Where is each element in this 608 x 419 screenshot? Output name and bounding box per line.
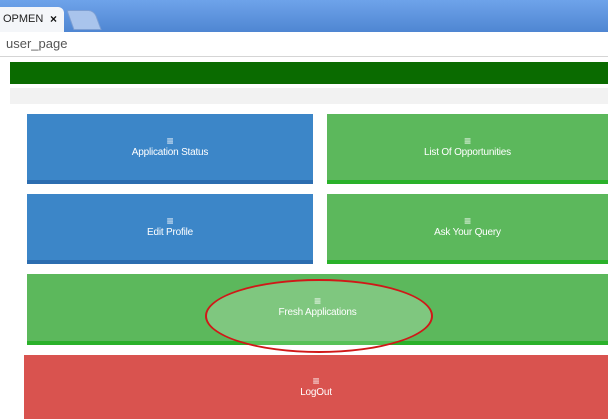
logout-button[interactable]: ≡ LogOut — [24, 355, 608, 419]
list-of-opportunities-button[interactable]: ≡ List Of Opportunities — [327, 114, 608, 184]
address-bar[interactable]: user_page — [0, 32, 608, 57]
application-status-button[interactable]: ≡ Application Status — [27, 114, 313, 184]
url-text: user_page — [6, 36, 68, 51]
browser-tab[interactable]: OPMEN × — [0, 7, 64, 32]
new-tab-button[interactable] — [66, 10, 102, 30]
menu-icon: ≡ — [464, 133, 471, 148]
tile-label: Fresh Applications — [278, 307, 357, 318]
tile-label: Ask Your Query — [434, 226, 501, 238]
edit-profile-button[interactable]: ≡ Edit Profile — [27, 194, 313, 264]
page-header-bar — [10, 62, 608, 84]
menu-icon: ≡ — [312, 373, 320, 388]
tab-title: OPMEN — [3, 13, 44, 25]
tile-label: List Of Opportunities — [424, 146, 511, 158]
menu-icon: ≡ — [314, 294, 321, 308]
tile-label: LogOut — [300, 386, 332, 398]
tile-label: Application Status — [131, 146, 209, 158]
close-icon[interactable]: × — [50, 7, 57, 32]
tile-label: Edit Profile — [147, 226, 193, 238]
menu-icon: ≡ — [464, 213, 471, 228]
fresh-applications-button[interactable]: ≡ Fresh Applications — [27, 274, 608, 345]
menu-icon: ≡ — [166, 133, 174, 148]
browser-tab-bar: OPMEN × — [0, 0, 608, 32]
page-subheader-bar — [10, 88, 608, 104]
ask-your-query-button[interactable]: ≡ Ask Your Query — [327, 194, 608, 264]
menu-icon: ≡ — [166, 213, 174, 228]
